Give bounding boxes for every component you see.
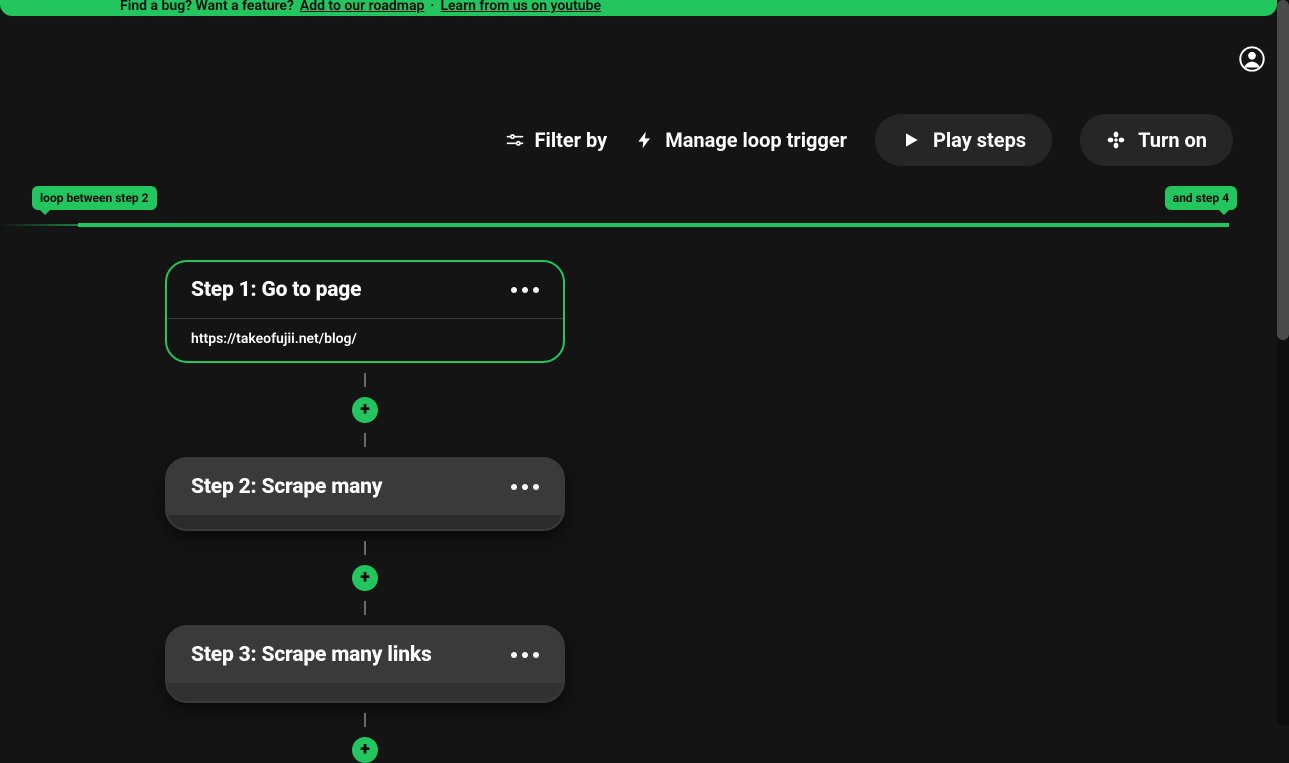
- step-2-subrow: [167, 515, 563, 529]
- sliders-icon: [505, 130, 525, 150]
- bolt-icon: [635, 130, 655, 150]
- vertical-scrollbar[interactable]: [1277, 0, 1289, 725]
- manage-loop-trigger-button[interactable]: Manage loop trigger: [635, 128, 847, 152]
- connector-1: +: [352, 363, 378, 457]
- announcement-bar: Find a bug? Want a feature? Add to our r…: [0, 0, 1277, 16]
- loop-line-fade: [0, 224, 78, 226]
- steps-column: Step 1: Go to page https://takeofujii.ne…: [165, 260, 565, 763]
- connector-2: +: [352, 531, 378, 625]
- loop-start-tag: loop between step 2: [32, 186, 157, 210]
- add-step-button-2[interactable]: +: [352, 565, 378, 591]
- filter-by-button[interactable]: Filter by: [505, 128, 608, 152]
- step-card-1[interactable]: Step 1: Go to page https://takeofujii.ne…: [165, 260, 565, 363]
- connector-3: +: [352, 703, 378, 763]
- play-steps-label: Play steps: [933, 128, 1026, 152]
- turn-on-button[interactable]: Turn on: [1080, 114, 1233, 166]
- play-icon: [901, 130, 921, 150]
- announcement-prefix: Find a bug? Want a feature?: [120, 0, 294, 14]
- user-avatar-icon[interactable]: [1239, 46, 1265, 72]
- add-step-button-3[interactable]: +: [352, 737, 378, 763]
- step-3-title: Step 3: Scrape many links: [191, 643, 432, 667]
- loop-end-tag: and step 4: [1165, 186, 1237, 210]
- loop-range-line: [78, 223, 1229, 227]
- announcement-link-youtube[interactable]: Learn from us on youtube: [440, 0, 601, 14]
- toolbar: Filter by Manage loop trigger Play steps…: [505, 114, 1233, 166]
- step-3-skeleton: [167, 683, 563, 701]
- add-step-button-1[interactable]: +: [352, 397, 378, 423]
- turn-on-label: Turn on: [1138, 128, 1207, 152]
- step-1-title: Step 1: Go to page: [191, 278, 361, 302]
- filter-by-label: Filter by: [535, 128, 608, 152]
- announcement-link-roadmap[interactable]: Add to our roadmap: [300, 0, 425, 14]
- step-2-title: Step 2: Scrape many: [191, 475, 382, 499]
- step-2-menu-icon[interactable]: [511, 484, 539, 490]
- fan-icon: [1106, 130, 1126, 150]
- step-1-menu-icon[interactable]: [511, 287, 539, 293]
- scrollbar-thumb[interactable]: [1277, 0, 1289, 340]
- manage-loop-label: Manage loop trigger: [665, 128, 847, 152]
- play-steps-button[interactable]: Play steps: [875, 114, 1052, 166]
- step-card-2[interactable]: Step 2: Scrape many: [165, 457, 565, 531]
- step-1-subtitle: https://takeofujii.net/blog/: [167, 318, 563, 361]
- step-3-menu-icon[interactable]: [511, 652, 539, 658]
- step-card-3[interactable]: Step 3: Scrape many links: [165, 625, 565, 703]
